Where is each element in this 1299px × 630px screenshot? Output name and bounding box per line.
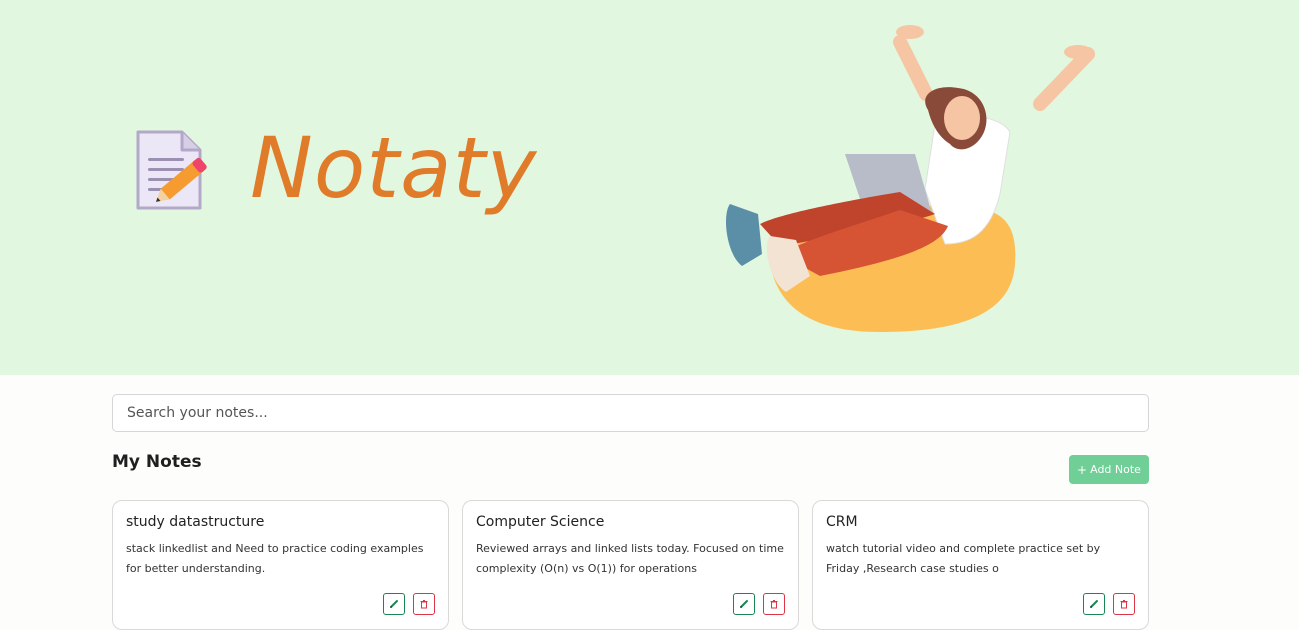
search-notes-input[interactable] bbox=[112, 394, 1149, 432]
edit-note-button[interactable] bbox=[733, 593, 755, 615]
note-body: watch tutorial video and complete practi… bbox=[826, 542, 1101, 575]
pencil-icon bbox=[389, 600, 398, 609]
trash-icon bbox=[770, 600, 778, 609]
delete-note-button[interactable] bbox=[763, 593, 785, 615]
note-body: Reviewed arrays and linked lists today. … bbox=[476, 542, 784, 575]
add-note-label: Add Note bbox=[1090, 463, 1141, 476]
woman-on-beanbag-illustration bbox=[726, 25, 1095, 332]
trash-icon bbox=[1120, 600, 1128, 609]
plus-icon: + bbox=[1077, 462, 1088, 477]
note-actions bbox=[1083, 593, 1135, 615]
edit-note-button[interactable] bbox=[383, 593, 405, 615]
edit-note-button[interactable] bbox=[1083, 593, 1105, 615]
note-card[interactable]: study datastructure stack linkedlist and… bbox=[112, 500, 449, 630]
note-card[interactable]: CRM watch tutorial video and complete pr… bbox=[812, 500, 1149, 630]
delete-note-button[interactable] bbox=[413, 593, 435, 615]
add-note-button[interactable]: + Add Note bbox=[1069, 455, 1149, 484]
note-title: CRM bbox=[826, 514, 858, 530]
note-body: stack linkedlist and Need to practice co… bbox=[126, 542, 424, 575]
note-card[interactable]: Computer Science Reviewed arrays and lin… bbox=[462, 500, 799, 630]
my-notes-heading: My Notes bbox=[112, 452, 202, 472]
note-title: Computer Science bbox=[476, 514, 605, 530]
trash-icon bbox=[420, 600, 428, 609]
delete-note-button[interactable] bbox=[1113, 593, 1135, 615]
app-brand-title: Notaty bbox=[250, 119, 538, 217]
pencil-icon bbox=[739, 600, 748, 609]
note-title: study datastructure bbox=[126, 514, 265, 530]
note-actions bbox=[733, 593, 785, 615]
hero-banner: Notaty bbox=[0, 0, 1299, 375]
note-actions bbox=[383, 593, 435, 615]
memo-pencil-icon bbox=[136, 130, 207, 210]
pencil-icon bbox=[1089, 600, 1098, 609]
